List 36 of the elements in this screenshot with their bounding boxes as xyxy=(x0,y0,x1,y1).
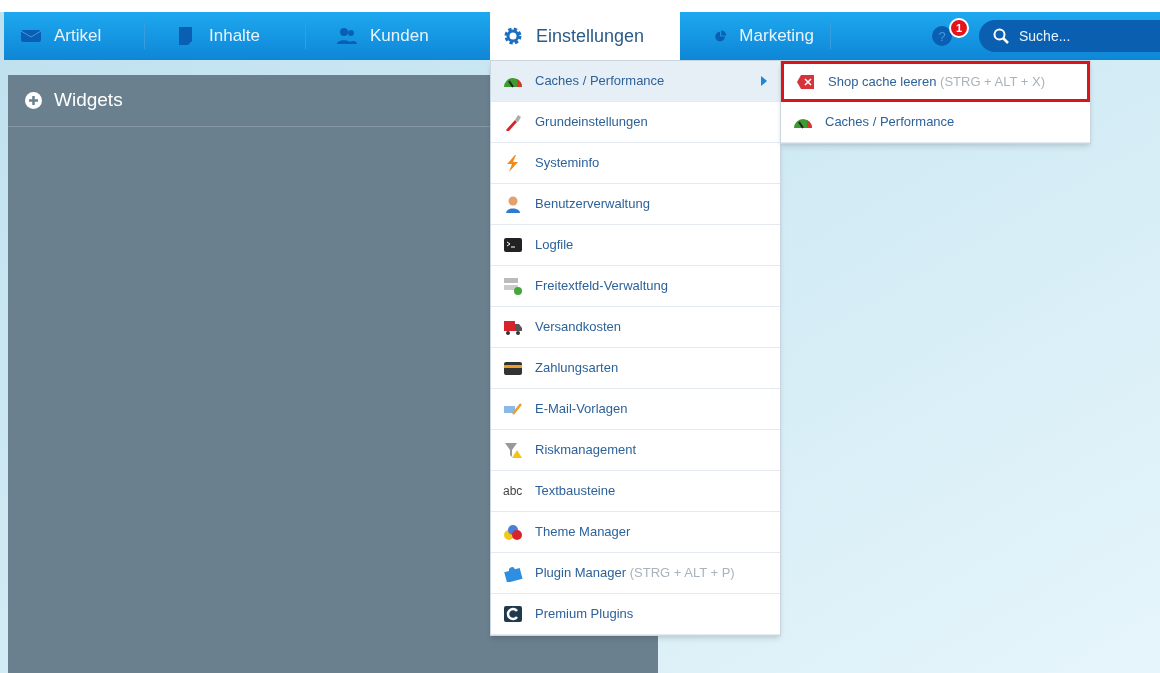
search-icon xyxy=(993,28,1009,44)
menu-item[interactable]: abc Textbausteine xyxy=(491,471,780,512)
menu-item[interactable]: Shop cache leeren (STRG + ALT + X) xyxy=(781,61,1090,102)
menu-item[interactable]: Theme Manager xyxy=(491,512,780,553)
panel-title: Widgets xyxy=(54,88,123,113)
menu-item[interactable]: Caches / Performance xyxy=(491,61,780,102)
terminal-icon xyxy=(503,236,523,254)
menu-item[interactable]: Logfile xyxy=(491,225,780,266)
add-circle-icon[interactable] xyxy=(25,92,42,109)
search-field[interactable]: Suche... xyxy=(979,20,1160,52)
menu-item[interactable]: Zahlungsarten xyxy=(491,348,780,389)
menu-item[interactable]: Premium Plugins xyxy=(491,594,780,635)
c-logo-icon xyxy=(503,605,523,623)
menu-item[interactable]: Plugin Manager (STRG + ALT + P) xyxy=(491,553,780,594)
truck-icon xyxy=(503,318,523,336)
settings-icon xyxy=(502,26,524,46)
menu-item[interactable]: Systeminfo xyxy=(491,143,780,184)
notification-badge: 1 xyxy=(949,18,969,38)
nav-tab[interactable]: Einstellungen xyxy=(490,12,680,60)
credit-card-icon xyxy=(503,359,523,377)
form-add-icon xyxy=(503,277,523,295)
menu-item[interactable]: Grundeinstellungen xyxy=(491,102,780,143)
menu-item[interactable]: Riskmanagement xyxy=(491,430,780,471)
wrench-icon xyxy=(503,113,523,131)
funnel-warning-icon xyxy=(503,441,523,459)
menu-item[interactable]: Caches / Performance xyxy=(781,102,1090,143)
delete-icon xyxy=(796,73,816,90)
users-icon xyxy=(336,26,358,46)
menu-item[interactable]: E-Mail-Vorlagen xyxy=(491,389,780,430)
user-icon xyxy=(503,195,523,213)
color-blobs-icon xyxy=(503,523,523,541)
menu-item[interactable]: Freitextfeld-Verwaltung xyxy=(491,266,780,307)
menu-item[interactable]: Benutzerverwaltung xyxy=(491,184,780,225)
abc-icon: abc xyxy=(503,482,523,500)
menu-item[interactable]: Versandkosten xyxy=(491,307,780,348)
puzzle-icon xyxy=(503,564,523,582)
